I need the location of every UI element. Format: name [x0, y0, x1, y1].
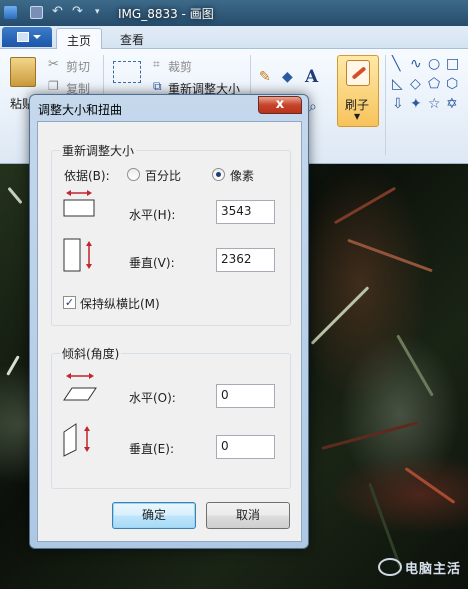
- percent-radio[interactable]: [127, 168, 140, 181]
- ribbon-tab-row: 主页 查看: [0, 26, 468, 50]
- star5-shape-icon[interactable]: ☆: [428, 97, 441, 111]
- save-icon[interactable]: [30, 6, 43, 19]
- file-menu-button[interactable]: [2, 27, 52, 47]
- skew-group-title: 倾斜(角度): [60, 345, 122, 362]
- vertical-label: 垂直(V):: [129, 256, 175, 270]
- pixels-radio-label[interactable]: 像素: [230, 167, 254, 184]
- close-icon: x: [275, 97, 285, 112]
- vertical-input[interactable]: 2362: [216, 248, 275, 272]
- paste-icon[interactable]: [10, 57, 36, 87]
- select-tool-icon[interactable]: [113, 61, 141, 83]
- tab-home[interactable]: 主页: [56, 28, 103, 50]
- oval-shape-icon[interactable]: ○: [428, 57, 440, 71]
- brush-icon: [346, 60, 370, 86]
- horizontal-input[interactable]: 3543: [216, 200, 275, 224]
- window-title: IMG_8833 - 画图: [118, 7, 214, 21]
- customize-qat-icon[interactable]: ▾: [95, 6, 108, 19]
- chevron-down-icon: ▼: [354, 112, 361, 121]
- watermark-text: 电脑主活: [405, 562, 462, 577]
- horizontal-resize-icon: [63, 190, 95, 217]
- close-button[interactable]: x: [258, 96, 302, 114]
- rectangle-shape-icon[interactable]: □: [446, 57, 459, 71]
- crop-icon: ⌗: [153, 57, 160, 71]
- resize-icon: ⧉: [153, 79, 162, 93]
- document-icon: [17, 32, 29, 42]
- leaf: [6, 355, 20, 376]
- skew-vertical-label: 垂直(E):: [129, 442, 174, 456]
- cut-button[interactable]: 剪切: [66, 58, 90, 75]
- redo-icon[interactable]: ↷: [72, 5, 85, 19]
- copy-icon: ❐: [48, 79, 59, 93]
- horizontal-label: 水平(H):: [129, 208, 176, 222]
- vertical-skew-icon: [63, 423, 90, 457]
- title-bar: ↶ ↷ ▾ IMG_8833 - 画图: [0, 0, 468, 26]
- leaf: [333, 186, 397, 225]
- skew-horizontal-label: 水平(O):: [129, 391, 176, 405]
- star6-shape-icon[interactable]: ✡: [446, 97, 458, 111]
- leaf: [310, 286, 370, 345]
- keep-ratio-label[interactable]: 保持纵横比(M): [80, 295, 160, 312]
- scissors-icon: ✂: [48, 57, 59, 72]
- diamond-shape-icon[interactable]: ◇: [410, 77, 421, 91]
- brushes-button[interactable]: 刷子 ▼: [337, 55, 379, 127]
- text-tool-icon[interactable]: A: [305, 67, 318, 87]
- resize-group: 重新调整大小 依据(B): 百分比 像素 水平(H): 3543 垂直(V): …: [51, 142, 291, 326]
- resize-group-title: 重新调整大小: [60, 142, 137, 159]
- shapes-gallery[interactable]: ╲ ∿ ○ □ ◺ ◇ ⬠ ⬡ ⇩ ✦ ☆ ✡: [390, 57, 468, 117]
- leaf: [347, 238, 433, 273]
- pixels-radio[interactable]: [212, 168, 225, 181]
- crop-button[interactable]: 裁剪: [168, 58, 192, 75]
- leaf: [404, 467, 456, 504]
- arrow-shape-icon[interactable]: ⇩: [392, 97, 404, 111]
- magnifier-icon[interactable]: ⌕: [309, 99, 317, 115]
- chat-bubble-icon: [378, 558, 402, 576]
- percent-radio-label[interactable]: 百分比: [145, 167, 181, 184]
- horizontal-skew-icon: [63, 373, 97, 401]
- triangle-shape-icon[interactable]: ◺: [392, 77, 403, 91]
- hexagon-shape-icon[interactable]: ⬡: [446, 77, 458, 91]
- vertical-resize-icon: [63, 238, 92, 272]
- watermark-logo: 电脑主活: [378, 556, 466, 584]
- by-label: 依据(B):: [64, 169, 110, 183]
- leaf: [7, 186, 23, 205]
- curve-shape-icon[interactable]: ∿: [410, 57, 422, 71]
- undo-icon[interactable]: ↶: [52, 5, 65, 19]
- cancel-button[interactable]: 取消: [206, 502, 290, 529]
- ribbon-divider: [385, 55, 386, 155]
- leaf: [396, 334, 434, 397]
- brushes-label: 刷子: [345, 98, 370, 112]
- resize-skew-dialog: 调整大小和扭曲 x 重新调整大小 依据(B): 百分比 像素 水平(H): 35…: [29, 94, 309, 549]
- skew-vertical-input[interactable]: 0: [216, 435, 275, 459]
- pentagon-shape-icon[interactable]: ⬠: [428, 77, 440, 91]
- line-shape-icon[interactable]: ╲: [392, 57, 400, 71]
- leaf: [321, 421, 419, 450]
- app-icon[interactable]: [4, 6, 17, 19]
- pencil-icon[interactable]: ✎: [259, 69, 271, 85]
- dialog-client-area: 重新调整大小 依据(B): 百分比 像素 水平(H): 3543 垂直(V): …: [37, 121, 302, 542]
- keep-ratio-checkbox[interactable]: ✓: [63, 296, 76, 309]
- dialog-title: 调整大小和扭曲: [38, 103, 123, 117]
- chevron-down-icon: [33, 35, 41, 39]
- skew-group: 倾斜(角度) 水平(O): 0 垂直(E): 0: [51, 345, 291, 489]
- fill-icon[interactable]: ◆: [282, 69, 293, 85]
- skew-horizontal-input[interactable]: 0: [216, 384, 275, 408]
- ok-button[interactable]: 确定: [112, 502, 196, 529]
- tab-view[interactable]: 查看: [110, 28, 154, 50]
- star4-shape-icon[interactable]: ✦: [410, 97, 422, 111]
